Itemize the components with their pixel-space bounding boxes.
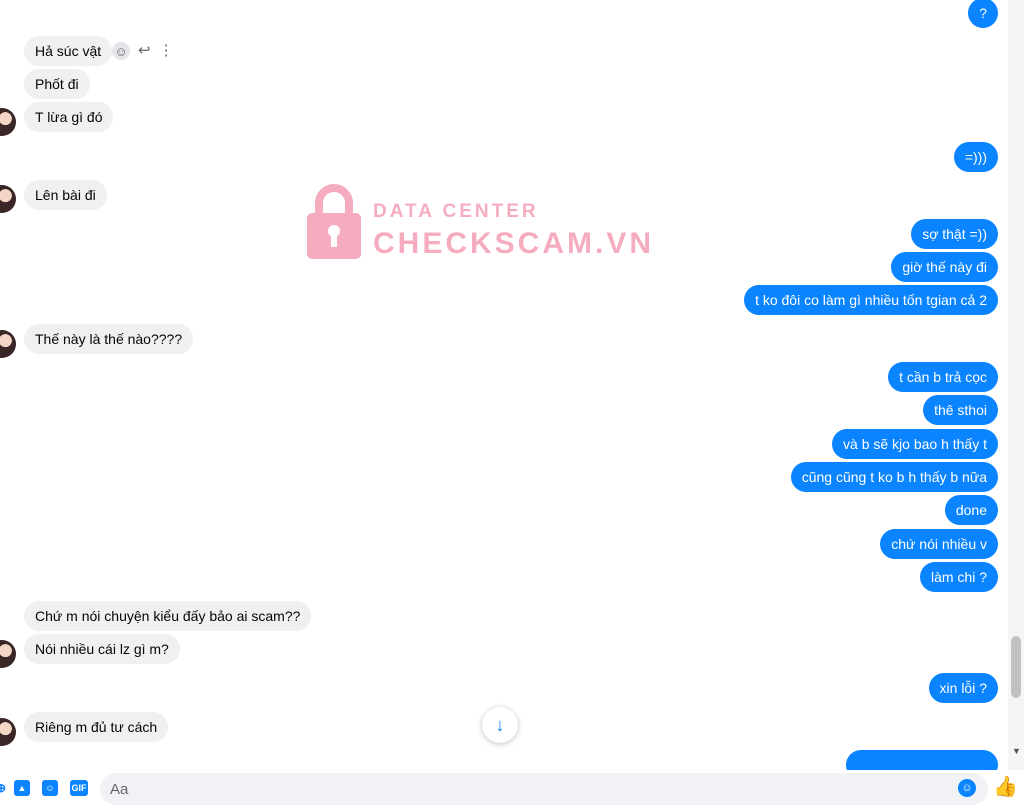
watermark-title: CHECKSCAM.VN bbox=[373, 227, 655, 260]
outgoing-message[interactable]: thê sthoi bbox=[923, 395, 998, 425]
image-icon[interactable]: ▲ bbox=[14, 780, 30, 796]
gif-icon[interactable]: GIF bbox=[70, 780, 88, 796]
outgoing-message[interactable]: t cần b trả cọc bbox=[888, 362, 998, 392]
incoming-message[interactable]: T lừa gì đó bbox=[24, 102, 114, 132]
incoming-message[interactable]: Hả súc vật bbox=[24, 36, 113, 66]
outgoing-message[interactable]: chứ nói nhiều v bbox=[880, 529, 998, 559]
incoming-message[interactable]: Chứ m nói chuyện kiểu đấy bảo ai scam?? bbox=[24, 601, 312, 631]
incoming-message[interactable]: Riêng m đủ tư cách bbox=[24, 712, 169, 742]
scrollbar[interactable]: ▼ bbox=[1008, 0, 1024, 770]
message-input[interactable] bbox=[100, 773, 988, 805]
sticker-icon[interactable]: ☺ bbox=[42, 780, 58, 796]
emoji-icon[interactable]: ☺ bbox=[958, 779, 976, 797]
outgoing-message[interactable]: done bbox=[944, 495, 998, 525]
avatar[interactable] bbox=[0, 330, 16, 358]
avatar[interactable] bbox=[0, 718, 16, 746]
outgoing-message[interactable]: làm chi ? bbox=[919, 562, 998, 592]
scroll-down-arrow-icon[interactable]: ▼ bbox=[1012, 746, 1021, 756]
outgoing-message[interactable]: t ko đôi co làm gì nhiều tốn tgian cả 2 bbox=[744, 285, 998, 315]
thumbs-up-icon[interactable]: 👍 bbox=[993, 776, 1018, 798]
outgoing-message[interactable]: và b sẽ kjo bao h thấy t bbox=[832, 429, 998, 459]
outgoing-message[interactable]: =))) bbox=[953, 142, 998, 172]
incoming-message[interactable]: Phốt đi bbox=[24, 69, 90, 99]
reply-icon[interactable]: ↩ bbox=[138, 41, 151, 61]
outgoing-message[interactable]: xin lỗi ? bbox=[928, 673, 998, 703]
scrollbar-thumb[interactable] bbox=[1011, 636, 1021, 698]
incoming-message[interactable]: Thế này là thế nào???? bbox=[24, 324, 194, 354]
watermark: DATA CENTER CHECKSCAM.VN bbox=[305, 183, 651, 263]
avatar[interactable] bbox=[0, 108, 16, 136]
more-vertical-icon[interactable]: ⋮ bbox=[159, 41, 174, 61]
message-actions: ☺ ↩ ⋮ bbox=[112, 41, 174, 61]
avatar[interactable] bbox=[0, 640, 16, 668]
outgoing-message[interactable]: giờ thế này đi bbox=[891, 252, 998, 282]
smiley-icon[interactable]: ☺ bbox=[112, 42, 130, 60]
outgoing-message[interactable]: cũng cũng t ko b h thấy b nữa bbox=[790, 462, 998, 492]
conversation-thread: Hả súc vật ☺ ↩ ⋮ Phốt đi T lừa gì đó Lên… bbox=[0, 0, 1008, 770]
outgoing-message-partial[interactable] bbox=[846, 750, 998, 770]
arrow-down-icon[interactable]: ↓ bbox=[482, 707, 518, 743]
add-icon[interactable]: ⊕ bbox=[0, 779, 10, 797]
avatar[interactable] bbox=[0, 185, 16, 213]
outgoing-message[interactable]: ? bbox=[968, 0, 998, 28]
outgoing-message[interactable]: sợ thật =)) bbox=[911, 219, 998, 249]
incoming-message[interactable]: Lên bài đi bbox=[24, 180, 107, 210]
incoming-message[interactable]: Nói nhiều cái lz gì m? bbox=[24, 634, 180, 664]
watermark-subtitle: DATA CENTER bbox=[373, 201, 539, 222]
padlock-icon bbox=[307, 184, 361, 259]
